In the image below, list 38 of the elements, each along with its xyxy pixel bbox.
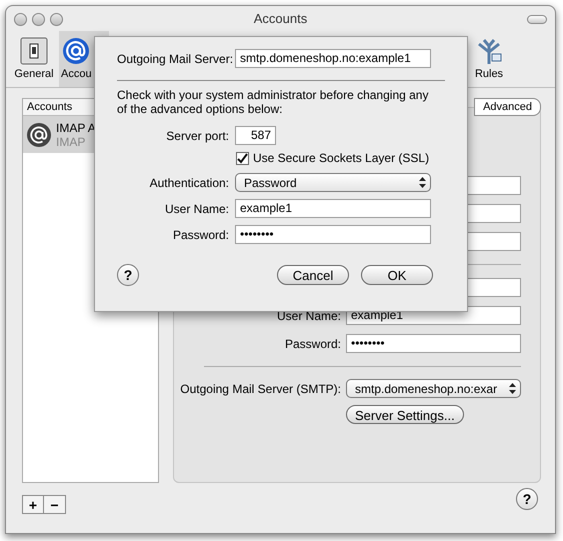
toolbar-toggle-icon[interactable]	[527, 14, 547, 24]
help-button[interactable]: ?	[516, 488, 538, 510]
tab[interactable]: Advanced	[474, 98, 541, 116]
at-sign-icon	[26, 122, 52, 148]
stepper-arrows-icon	[419, 177, 426, 188]
field-label: Outgoing Mail Server (SMTP):	[179, 380, 341, 398]
switch-icon	[19, 36, 49, 66]
field-label: Server port:	[165, 128, 229, 144]
window-control-icon[interactable]	[14, 12, 27, 26]
outgoing-server-field[interactable]: smtp.domeneshop.no:example1	[235, 49, 431, 68]
server-port-field[interactable]: 587	[235, 126, 276, 145]
checkmark-icon	[237, 152, 248, 164]
window-title: Accounts	[254, 10, 308, 28]
ssl-checkbox[interactable]: Use Secure Sockets Layer (SSL)	[236, 149, 445, 167]
user-name-field[interactable]: example1	[235, 199, 431, 218]
dialog-button[interactable]: Cancel	[277, 265, 349, 285]
checkbox[interactable]	[236, 152, 249, 164]
dialog-button[interactable]: OK	[361, 265, 433, 285]
stepper-arrows-icon	[509, 383, 516, 394]
field-label: Authentication:	[148, 174, 229, 192]
account-type: IMAP	[56, 134, 86, 148]
authentication-popup[interactable]: Password	[235, 173, 431, 192]
toolbar-item[interactable]: General	[9, 31, 59, 87]
window-control-icon[interactable]	[32, 12, 45, 26]
toolbar-item[interactable]: Rules	[472, 31, 506, 87]
password-field[interactable]: ••••••••	[346, 334, 521, 353]
add-button[interactable]: +	[22, 495, 44, 514]
window-control-icon[interactable]	[50, 12, 63, 26]
server-settings-button[interactable]: Server Settings...	[346, 405, 464, 424]
password-field[interactable]: ••••••••	[235, 225, 431, 244]
remove-button[interactable]: −	[44, 495, 66, 514]
at-sign-icon	[61, 36, 91, 66]
field-label: Password:	[284, 336, 341, 352]
field-label: User Name:	[276, 308, 341, 324]
field-label: User Name:	[164, 200, 229, 218]
field-label: Password:	[172, 226, 229, 244]
smtp-server-popup[interactable]: smtp.domeneshop.no:exar	[346, 379, 521, 398]
help-button[interactable]: ?	[117, 264, 139, 286]
